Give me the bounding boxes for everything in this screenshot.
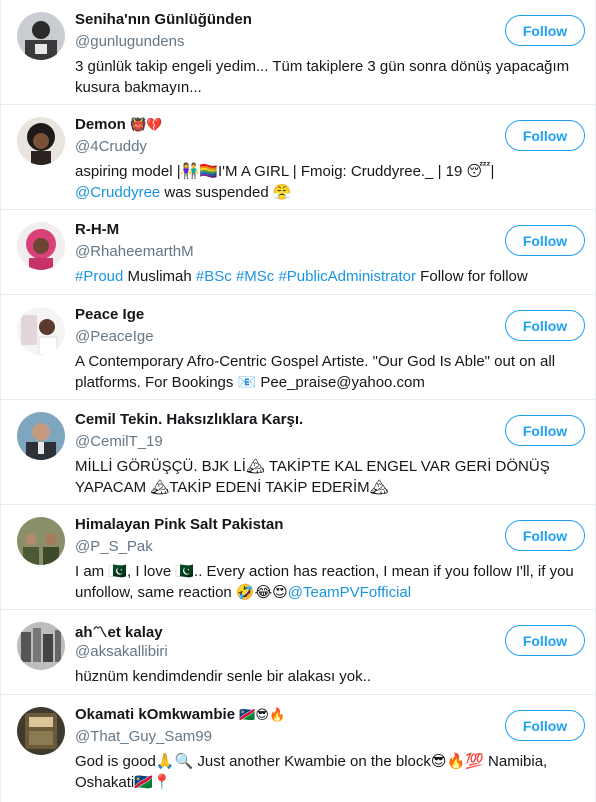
user-name[interactable]: Himalayan Pink Salt Pakistan	[75, 516, 283, 533]
avatar[interactable]	[17, 117, 65, 165]
user-name[interactable]: Seniha'nın Günlüğünden	[75, 11, 252, 28]
user-handle[interactable]: @aksakallibiri	[75, 643, 168, 660]
user-name[interactable]: R-H-M	[75, 221, 119, 238]
user-card[interactable]: Peace Ige @PeaceIge Follow A Contemporar…	[1, 295, 595, 400]
user-bio: God is good🙏🔍 Just another Kwambie on th…	[75, 753, 552, 791]
user-bio: A Contemporary Afro-Centric Gospel Artis…	[75, 353, 560, 391]
user-card[interactable]: Okamati kOmkwambie 🇳🇦😎🔥 @That_Guy_Sam99 …	[1, 695, 595, 802]
hashtag-link[interactable]: #Proud	[75, 268, 123, 285]
user-bio: 3 günlük takip engeli yedim... Tüm takip…	[75, 58, 574, 96]
user-card[interactable]: Seniha'nın Günlüğünden @gunlugundens Fol…	[1, 0, 595, 105]
user-name[interactable]: ah〽et kalay	[75, 621, 163, 642]
name-emoji: 👹💔	[130, 118, 163, 133]
follow-button[interactable]: Follow	[505, 520, 585, 551]
follow-button[interactable]: Follow	[505, 225, 585, 256]
user-card[interactable]: R-H-M @RhaheemarthM Follow #Proud Muslim…	[1, 210, 595, 295]
user-card[interactable]: ah〽et kalay @aksakallibiri Follow hüznüm…	[1, 610, 595, 695]
user-bio: hüznüm kendimdendir senle bir alakası yo…	[75, 668, 371, 685]
user-suggestion-list: Seniha'nın Günlüğünden @gunlugundens Fol…	[0, 0, 596, 802]
user-handle[interactable]: @4Cruddy	[75, 138, 147, 155]
avatar[interactable]	[17, 517, 65, 565]
avatar[interactable]	[17, 307, 65, 355]
follow-button[interactable]: Follow	[505, 310, 585, 341]
user-bio: aspiring model |👫🏳️‍🌈I'M A GIRL | Fmoig:…	[75, 163, 499, 201]
user-name[interactable]: Cemil Tekin. Haksızlıklara Karşı.	[75, 411, 303, 428]
avatar[interactable]	[17, 622, 65, 670]
avatar[interactable]	[17, 222, 65, 270]
hashtag-link[interactable]: #PublicAdministrator	[278, 268, 416, 285]
follow-button[interactable]: Follow	[505, 120, 585, 151]
hashtag-link[interactable]: #MSc	[236, 268, 274, 285]
follow-button[interactable]: Follow	[505, 415, 585, 446]
user-handle[interactable]: @That_Guy_Sam99	[75, 728, 212, 745]
follow-button[interactable]: Follow	[505, 15, 585, 46]
user-handle[interactable]: @CemilT_19	[75, 433, 163, 450]
user-bio: #Proud Muslimah #BSc #MSc #PublicAdminis…	[75, 268, 528, 285]
avatar[interactable]	[17, 707, 65, 755]
user-bio: I am 🇵🇰, I love 🇵🇰.. Every action has re…	[75, 563, 578, 601]
user-handle[interactable]: @P_S_Pak	[75, 538, 153, 555]
user-name[interactable]: Demon 👹💔	[75, 116, 162, 133]
user-handle[interactable]: @PeaceIge	[75, 328, 154, 345]
name-emoji: 🇳🇦😎🔥	[239, 708, 286, 723]
hashtag-link[interactable]: #BSc	[196, 268, 232, 285]
follow-button[interactable]: Follow	[505, 710, 585, 741]
user-card[interactable]: Cemil Tekin. Haksızlıklara Karşı. @Cemil…	[1, 400, 595, 505]
avatar[interactable]	[17, 12, 65, 60]
user-name[interactable]: Okamati kOmkwambie 🇳🇦😎🔥	[75, 706, 285, 723]
user-handle[interactable]: @gunlugundens	[75, 33, 184, 50]
mention-link[interactable]: @TeamPVFofficial	[288, 584, 411, 601]
user-bio: MİLLİ GÖRÜŞÇÜ. BJK Lİ🏔 TAKİPTE KAL ENGEL…	[75, 458, 554, 496]
user-name[interactable]: Peace Ige	[75, 306, 144, 323]
mention-link[interactable]: @Cruddyree	[75, 184, 160, 201]
user-card[interactable]: Demon 👹💔 @4Cruddy Follow aspiring model …	[1, 105, 595, 210]
avatar[interactable]	[17, 412, 65, 460]
follow-button[interactable]: Follow	[505, 625, 585, 656]
user-handle[interactable]: @RhaheemarthM	[75, 243, 194, 260]
user-card[interactable]: Himalayan Pink Salt Pakistan @P_S_Pak Fo…	[1, 505, 595, 610]
